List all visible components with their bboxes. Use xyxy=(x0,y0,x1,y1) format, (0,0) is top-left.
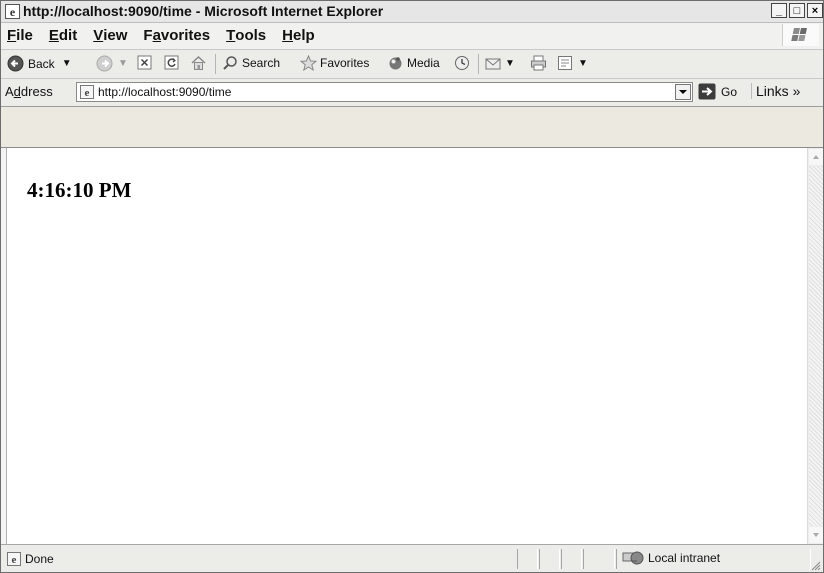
edit-dropdown-icon[interactable]: ▼ xyxy=(578,58,588,69)
home-icon xyxy=(191,55,206,70)
refresh-icon xyxy=(164,55,179,70)
resize-grip-icon[interactable] xyxy=(809,559,821,571)
mail-icon xyxy=(485,58,501,70)
ie-logo-icon: e xyxy=(5,4,20,19)
toolbar-separator xyxy=(215,54,216,74)
home-button[interactable] xyxy=(190,55,207,71)
address-url: http://localhost:9090/time xyxy=(98,85,232,99)
stop-button[interactable] xyxy=(137,55,152,70)
print-button[interactable] xyxy=(530,55,547,71)
browser-window: e http://localhost:9090/time - Microsoft… xyxy=(0,0,824,573)
menu-help[interactable]: Help xyxy=(282,27,315,44)
status-pane xyxy=(539,549,560,569)
menu-bar: File Edit View Favorites Tools Help xyxy=(1,23,823,50)
menu-favorites[interactable]: Favorites xyxy=(143,27,210,44)
windows-logo-icon xyxy=(782,24,819,46)
refresh-button[interactable] xyxy=(164,55,179,70)
menu-tools[interactable]: Tools xyxy=(226,27,266,44)
edit-button[interactable]: ▼ xyxy=(557,55,588,71)
menu-edit[interactable]: Edit xyxy=(49,27,77,44)
svg-text:e: e xyxy=(12,554,17,566)
current-time-text: 4:16:10 PM xyxy=(27,178,132,202)
search-label: Search xyxy=(242,56,281,70)
history-icon xyxy=(455,56,469,70)
media-label: Media xyxy=(407,56,440,70)
menu-view[interactable]: View xyxy=(93,27,127,44)
favorites-star-icon xyxy=(300,55,317,71)
page-icon: e xyxy=(80,85,94,99)
window-title: http://localhost:9090/time - Microsoft I… xyxy=(23,3,384,19)
vertical-scrollbar[interactable] xyxy=(807,148,823,544)
forward-arrow-icon xyxy=(96,55,113,72)
toolbar-separator xyxy=(478,54,479,74)
address-bar: Address e http://localhost:9090/time Go … xyxy=(1,79,823,107)
title-bar[interactable]: e http://localhost:9090/time - Microsoft… xyxy=(1,1,823,23)
favorites-button[interactable]: Favorites xyxy=(300,55,369,71)
back-button[interactable]: Back ▼ xyxy=(7,55,72,72)
go-button[interactable]: Go xyxy=(698,83,737,100)
media-button[interactable]: Media xyxy=(387,55,440,71)
menu-file[interactable]: File xyxy=(7,27,33,44)
mail-button[interactable]: ▼ xyxy=(485,55,515,71)
status-pane xyxy=(517,549,538,569)
search-button[interactable]: Search xyxy=(222,55,280,71)
page-content: 4:16:10 PM xyxy=(7,148,807,544)
status-bar: e Done Local intranet xyxy=(1,544,823,572)
scroll-up-arrow-icon xyxy=(813,155,819,159)
mail-dropdown-icon[interactable]: ▼ xyxy=(505,58,515,69)
links-button[interactable]: Links » xyxy=(751,83,800,99)
maximize-button[interactable]: □ xyxy=(789,3,805,18)
scroll-up-button[interactable] xyxy=(809,149,823,165)
status-pane xyxy=(561,549,582,569)
minimize-button[interactable]: _ xyxy=(771,3,787,18)
scroll-down-button[interactable] xyxy=(809,527,823,543)
back-arrow-icon xyxy=(7,55,24,72)
svg-text:e: e xyxy=(10,5,16,19)
go-label: Go xyxy=(721,84,738,99)
status-text: Done xyxy=(25,552,54,566)
favorites-label: Favorites xyxy=(320,56,370,70)
edit-document-icon xyxy=(558,56,572,70)
zone-label: Local intranet xyxy=(648,551,721,565)
address-label: Address xyxy=(5,84,53,99)
scroll-track[interactable] xyxy=(809,166,823,526)
security-zone[interactable]: Local intranet xyxy=(622,550,720,566)
media-icon xyxy=(389,57,402,70)
close-button[interactable]: × xyxy=(807,3,823,18)
forward-button[interactable]: ▼ xyxy=(96,55,128,72)
go-arrow-icon xyxy=(698,83,716,100)
stop-icon xyxy=(137,55,152,70)
address-input[interactable]: e http://localhost:9090/time xyxy=(76,82,693,102)
forward-dropdown-icon[interactable]: ▼ xyxy=(118,58,128,69)
page-done-icon: e xyxy=(7,552,21,566)
back-label: Back xyxy=(28,56,55,71)
standard-toolbar: Back ▼ ▼ Search Favorites Media ▼ ▼ xyxy=(1,50,823,79)
print-icon xyxy=(531,55,546,71)
back-dropdown-icon[interactable]: ▼ xyxy=(62,58,72,69)
svg-text:e: e xyxy=(85,87,90,99)
local-intranet-icon xyxy=(622,551,644,565)
status-pane xyxy=(583,549,615,569)
history-button[interactable] xyxy=(454,55,470,71)
search-icon xyxy=(223,56,237,70)
address-dropdown-button[interactable] xyxy=(675,84,691,100)
chevron-down-icon xyxy=(679,90,687,94)
scroll-down-arrow-icon xyxy=(813,533,819,537)
